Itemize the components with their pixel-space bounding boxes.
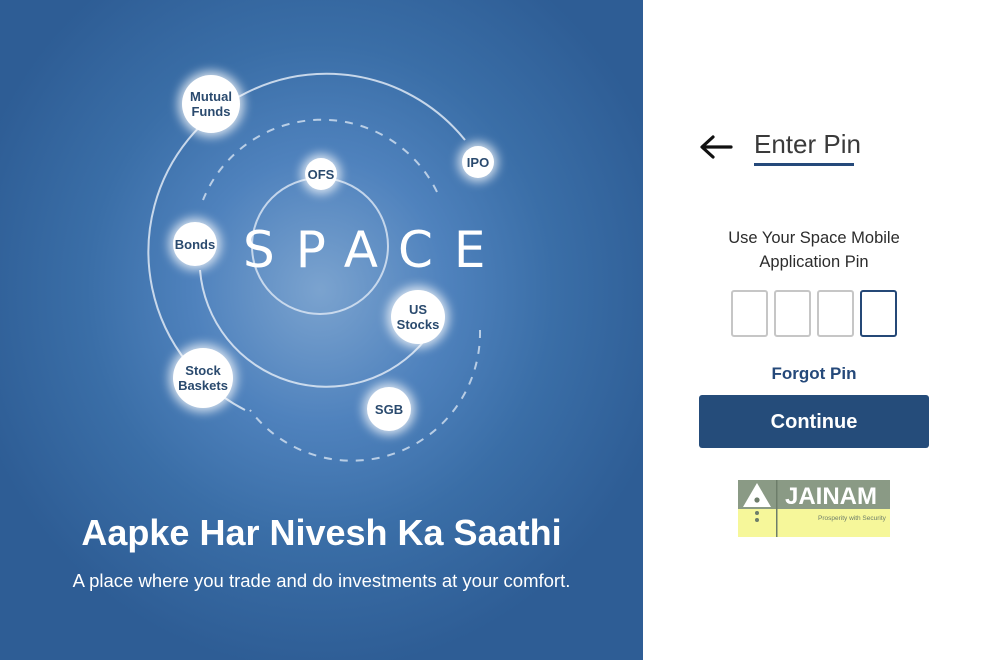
pin-instruction: Use Your Space Mobile Application Pin (728, 229, 900, 271)
page-title: Enter Pin (754, 129, 861, 159)
pin-digit-2[interactable] (774, 290, 811, 337)
orbit-bubble-label: IPO (466, 154, 490, 170)
arrow-left-icon[interactable] (699, 133, 733, 161)
space-brand-word: SPACE (243, 221, 507, 279)
hero-panel: SPACE Mutual Funds IPO OFS Bonds US Stocks… (0, 0, 643, 660)
orbit-bubble-ipo: IPO (462, 146, 494, 178)
orbit-bubble-label: SGB (374, 401, 404, 417)
forgot-pin-link[interactable]: Forgot Pin (700, 362, 928, 386)
pin-digit-3[interactable] (817, 290, 854, 337)
orbit-bubble-label: Stock Baskets (178, 363, 228, 393)
orbit-bubble-mutual-funds: Mutual Funds (182, 75, 240, 133)
jainam-logo: JAINAM Prosperity with Security (738, 480, 890, 537)
orbit-bubble-label: OFS (307, 166, 335, 182)
orbit-bubble-bonds: Bonds (173, 222, 217, 266)
pin-digit-1[interactable] (731, 290, 768, 337)
pin-digit-4[interactable] (860, 290, 897, 337)
orbit-bubble-sgb: SGB (367, 387, 411, 431)
hero-tagline: Aapke Har Nivesh Ka Saathi (81, 512, 562, 553)
orbit-bubble-label: US Stocks (396, 302, 440, 332)
svg-text:Prosperity with Security: Prosperity with Security (818, 515, 887, 522)
orbit-bubble-stock-baskets: Stock Baskets (173, 348, 233, 408)
continue-button[interactable]: Continue (699, 395, 929, 448)
orbit-bubble-label: Bonds (174, 236, 216, 252)
title-underline (754, 163, 854, 166)
orbit-bubble-us-stocks: US Stocks (391, 290, 445, 344)
orbit-rings (147, 72, 482, 462)
orbit-bubble-label: Mutual Funds (190, 89, 232, 119)
orbit-bubble-ofs: OFS (305, 158, 337, 190)
hero-subtitle: A place where you trade and do investmen… (72, 570, 571, 591)
svg-text:JAINAM: JAINAM (785, 483, 877, 510)
